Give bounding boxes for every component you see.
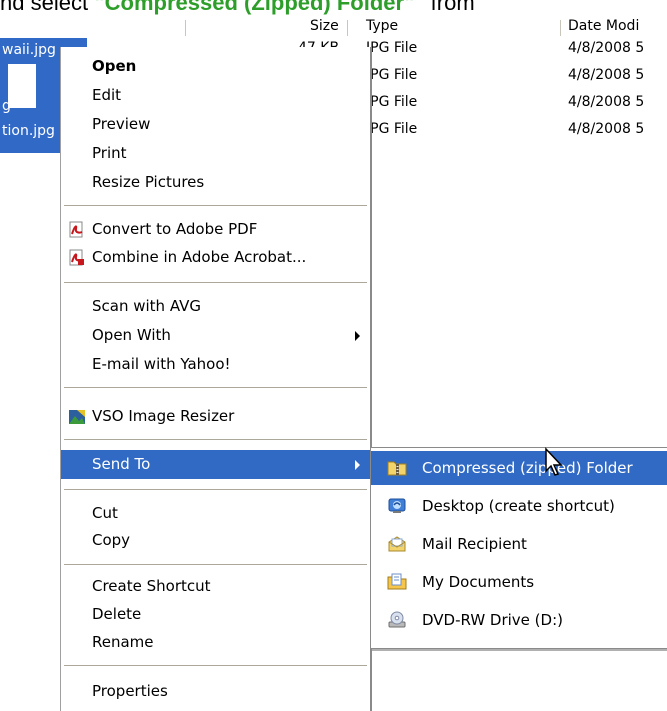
menu-item-properties[interactable]: Properties [61,677,370,706]
menu-item-label: Print [92,144,127,162]
menu-item-label: Resize Pictures [92,173,205,191]
menu-separator [64,439,367,440]
menu-item-print[interactable]: Print [61,139,370,168]
column-header-row: Size Type Date Modi [0,18,667,38]
menu-item-label: E-mail with Yahoo! [92,355,231,373]
menu-item-edit[interactable]: Edit [61,81,370,110]
column-divider[interactable] [347,20,348,36]
menu-item-label: Cut [92,504,118,522]
file-type: JPG File [366,94,418,110]
desktop-shortcut-icon [388,498,406,513]
menu-item-label: Delete [92,605,142,623]
column-header-type[interactable]: Type [366,18,398,38]
submenu-item-label: Compressed (zipped) Folder [422,459,633,477]
dvd-drive-icon [388,611,406,628]
menu-item-label: Rename [92,633,154,651]
vso-resizer-icon [69,410,85,424]
caption-highlight: "Compressed (Zipped) Folder" [94,0,415,15]
send-to-submenu: Compressed (zipped) Folder Desktop (crea… [370,447,667,649]
column-header-size[interactable]: Size [310,18,339,38]
menu-item-label: Scan with AVG [92,297,202,315]
file-type: JPG File [366,67,418,83]
file-type: JPG File [366,121,418,137]
menu-item-label: Properties [92,682,168,700]
file-date: 4/8/2008 5 [568,40,645,56]
menu-item-scan-avg[interactable]: Scan with AVG [61,292,370,321]
menu-item-vso-resizer[interactable]: VSO Image Resizer [61,402,370,431]
submenu-item-label: Desktop (create shortcut) [422,497,615,515]
submenu-item-label: My Documents [422,573,535,591]
context-menu: Open Edit Preview Print Resize Pictures … [60,47,372,711]
menu-item-rename[interactable]: Rename [61,628,370,657]
menu-separator [64,387,367,388]
menu-item-label: Send To [92,455,151,473]
menu-item-send-to[interactable]: Send To [61,450,370,479]
adobe-acrobat-icon [69,249,84,266]
menu-separator [64,282,367,283]
instruction-caption: nd select "Compressed (Zipped) Folder" f… [0,0,667,16]
menu-item-label: Create Shortcut [92,577,211,595]
menu-item-convert-pdf[interactable]: Convert to Adobe PDF [61,215,370,244]
menu-separator [64,489,367,490]
submenu-item-label: DVD-RW Drive (D:) [422,611,563,629]
menu-item-label: Edit [92,86,122,104]
menu-separator [64,665,367,666]
menu-item-open-with[interactable]: Open With [61,321,370,350]
mail-envelope-icon [388,536,406,552]
column-divider[interactable] [185,20,186,36]
file-date: 4/8/2008 5 [568,94,645,110]
menu-item-copy[interactable]: Copy [61,526,370,555]
zip-folder-icon [387,461,407,476]
menu-item-label: Preview [92,115,151,133]
submenu-arrow-icon [355,460,360,470]
caption-prefix: nd select [0,0,89,15]
caption-suffix: from [430,0,475,15]
my-documents-folder-icon [387,573,407,590]
menu-item-create-shortcut[interactable]: Create Shortcut [61,572,370,601]
column-header-date[interactable]: Date Modi [568,18,639,38]
menu-item-open[interactable]: Open [61,52,370,81]
file-date: 4/8/2008 5 [568,67,645,83]
menu-separator [64,205,367,206]
menu-item-label: Open With [92,326,171,344]
menu-item-combine-acrobat[interactable]: Combine in Adobe Acrobat... [61,243,370,272]
menu-item-label: VSO Image Resizer [92,407,235,425]
menu-item-cut[interactable]: Cut [61,499,370,528]
adobe-pdf-icon [69,221,83,238]
menu-item-delete[interactable]: Delete [61,600,370,629]
mouse-cursor-icon [545,447,563,476]
submenu-item-label: Mail Recipient [422,535,527,553]
submenu-item-my-documents[interactable]: My Documents [371,565,667,599]
column-divider[interactable] [560,20,561,36]
submenu-item-compressed-folder[interactable]: Compressed (zipped) Folder [371,451,667,485]
submenu-item-desktop[interactable]: Desktop (create shortcut) [371,489,667,523]
submenu-item-mail-recipient[interactable]: Mail Recipient [371,527,667,561]
submenu-arrow-icon [355,331,360,341]
file-type: JPG File [366,40,418,56]
menu-item-email-yahoo[interactable]: E-mail with Yahoo! [61,350,370,379]
menu-separator [64,564,367,565]
file-date: 4/8/2008 5 [568,121,645,137]
submenu-item-dvd-drive[interactable]: DVD-RW Drive (D:) [371,603,667,637]
menu-item-label: Open [92,57,137,75]
menu-item-label: Copy [92,531,131,549]
menu-item-label: Convert to Adobe PDF [92,220,258,238]
menu-item-resize-pictures[interactable]: Resize Pictures [61,168,370,197]
menu-item-preview[interactable]: Preview [61,110,370,139]
menu-item-label: Combine in Adobe Acrobat... [92,248,307,266]
